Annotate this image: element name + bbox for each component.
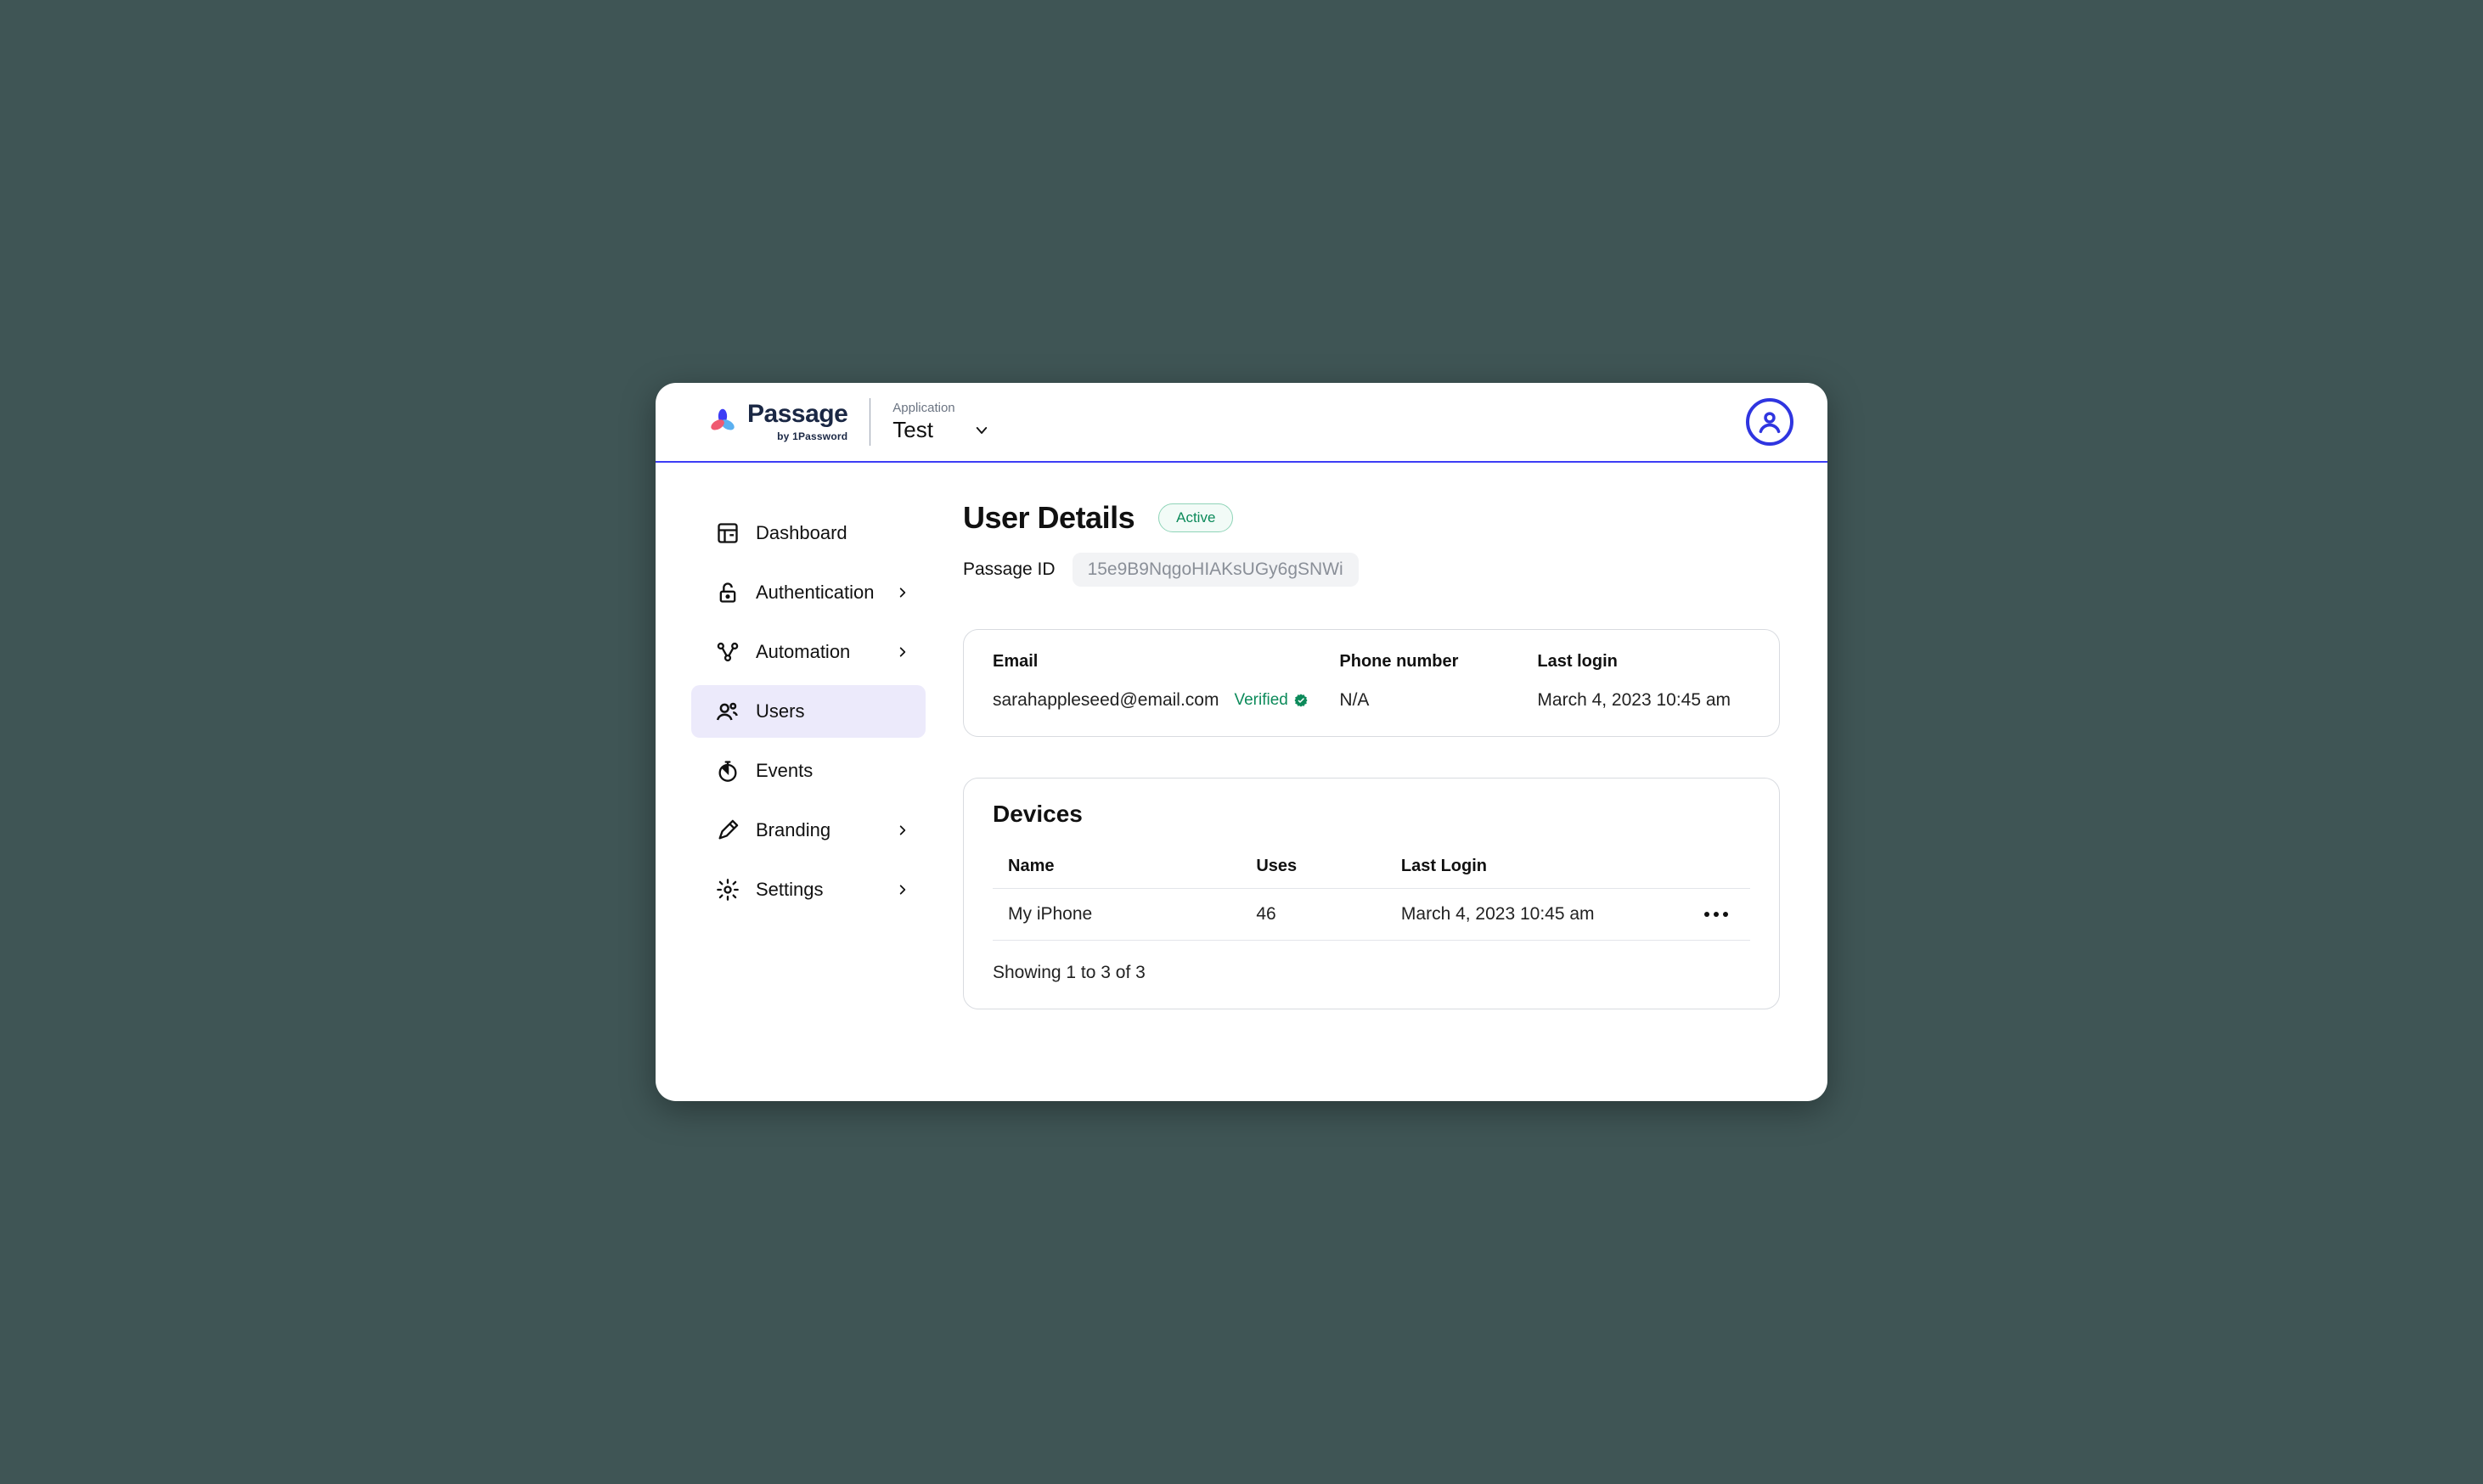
pen-icon bbox=[715, 818, 740, 843]
phone-value: N/A bbox=[1339, 690, 1520, 711]
application-label: Application bbox=[892, 401, 989, 415]
sidebar-item-branding[interactable]: Branding bbox=[691, 804, 926, 857]
sidebar-item-label: Dashboard bbox=[756, 522, 847, 544]
device-uses: 46 bbox=[1256, 904, 1401, 925]
sidebar-item-label: Events bbox=[756, 760, 813, 782]
sidebar: Dashboard Authentication Automation bbox=[671, 497, 926, 1050]
table-row: My iPhone 46 March 4, 2023 10:45 am bbox=[993, 889, 1750, 941]
sidebar-item-automation[interactable]: Automation bbox=[691, 626, 926, 678]
user-icon bbox=[1755, 408, 1784, 436]
brand-logo[interactable]: Passage by 1Password bbox=[708, 402, 870, 442]
stopwatch-icon bbox=[715, 758, 740, 784]
gear-icon bbox=[715, 877, 740, 902]
email-label: Email bbox=[993, 652, 1322, 672]
user-info-card: Email Phone number Last login sarahapple… bbox=[963, 629, 1780, 737]
lastlogin-value: March 4, 2023 10:45 am bbox=[1537, 690, 1750, 711]
top-bar: Passage by 1Password Application Test bbox=[656, 383, 1827, 463]
verified-badge: Verified bbox=[1234, 691, 1308, 710]
users-icon bbox=[715, 699, 740, 724]
status-badge: Active bbox=[1158, 503, 1233, 532]
devices-card: Devices Name Uses Last Login My iPhone 4… bbox=[963, 778, 1780, 1009]
lastlogin-label: Last login bbox=[1537, 652, 1750, 672]
chevron-right-icon bbox=[897, 646, 909, 658]
passage-logo-icon bbox=[708, 408, 737, 436]
devices-table: Name Uses Last Login My iPhone 46 March … bbox=[993, 848, 1750, 941]
application-name: Test bbox=[892, 417, 933, 443]
dots-icon bbox=[1704, 912, 1709, 917]
sidebar-item-dashboard[interactable]: Dashboard bbox=[691, 507, 926, 559]
nodes-icon bbox=[715, 639, 740, 665]
col-uses: Uses bbox=[1256, 857, 1401, 876]
sidebar-item-label: Automation bbox=[756, 641, 850, 663]
check-badge-icon bbox=[1293, 693, 1309, 708]
chevron-right-icon bbox=[897, 587, 909, 599]
main-content: User Details Active Passage ID 15e9B9Nqg… bbox=[939, 497, 1780, 1050]
brand-name: Passage bbox=[747, 402, 847, 427]
app-window: Passage by 1Password Application Test bbox=[656, 383, 1827, 1101]
device-name: My iPhone bbox=[1008, 904, 1256, 925]
phone-label: Phone number bbox=[1339, 652, 1520, 672]
sidebar-item-label: Authentication bbox=[756, 582, 874, 604]
sidebar-item-label: Settings bbox=[756, 879, 824, 901]
page-title: User Details bbox=[963, 500, 1135, 536]
account-avatar[interactable] bbox=[1746, 398, 1793, 446]
pagination-text: Showing 1 to 3 of 3 bbox=[993, 963, 1750, 983]
sidebar-item-users[interactable]: Users bbox=[691, 685, 926, 738]
sidebar-item-label: Users bbox=[756, 700, 804, 722]
col-last: Last Login bbox=[1401, 857, 1691, 876]
sidebar-item-authentication[interactable]: Authentication bbox=[691, 566, 926, 619]
sidebar-item-settings[interactable]: Settings bbox=[691, 863, 926, 916]
device-last: March 4, 2023 10:45 am bbox=[1401, 904, 1691, 925]
sidebar-item-label: Branding bbox=[756, 819, 830, 841]
lock-icon bbox=[715, 580, 740, 605]
application-picker[interactable]: Application Test bbox=[892, 401, 989, 443]
devices-heading: Devices bbox=[993, 801, 1750, 828]
passage-id-label: Passage ID bbox=[963, 559, 1056, 580]
chevron-right-icon bbox=[897, 824, 909, 836]
chevron-down-icon bbox=[974, 423, 989, 438]
email-value: sarahappleseed@email.com bbox=[993, 690, 1219, 711]
passage-id-value[interactable]: 15e9B9NqgoHIAKsUGy6gSNWi bbox=[1073, 553, 1359, 587]
col-name: Name bbox=[1008, 857, 1256, 876]
sidebar-item-events[interactable]: Events bbox=[691, 745, 926, 797]
brand-subtitle: by 1Password bbox=[777, 430, 847, 442]
dashboard-icon bbox=[715, 520, 740, 546]
table-header-row: Name Uses Last Login bbox=[993, 848, 1750, 889]
chevron-right-icon bbox=[897, 884, 909, 896]
row-actions-button[interactable] bbox=[1691, 912, 1742, 917]
